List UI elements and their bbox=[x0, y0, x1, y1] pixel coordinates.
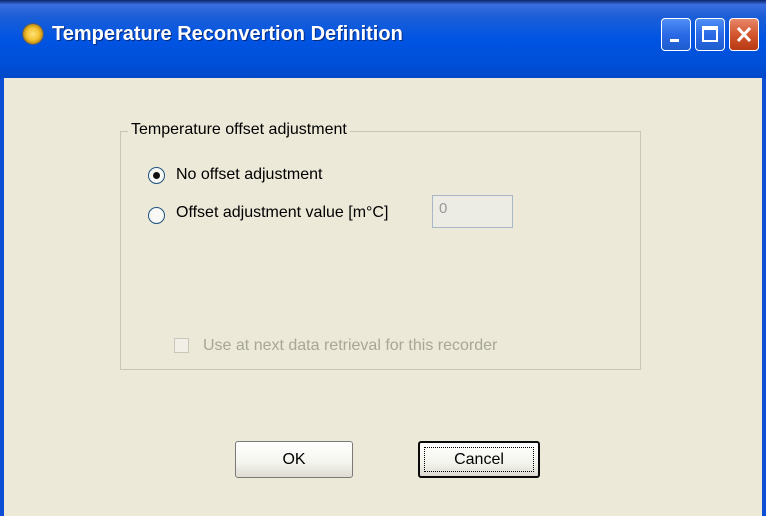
close-icon bbox=[736, 26, 752, 43]
offset-value-label[interactable]: Offset adjustment value [m°C] bbox=[176, 204, 388, 222]
sun-app-icon[interactable] bbox=[23, 24, 43, 44]
minimize-button[interactable] bbox=[661, 18, 691, 51]
offset-value-input[interactable]: 0 bbox=[432, 195, 513, 228]
cancel-button[interactable]: Cancel bbox=[418, 441, 540, 478]
window-frame-left bbox=[0, 78, 4, 516]
ok-button[interactable]: OK bbox=[235, 441, 353, 478]
groupbox-label: Temperature offset adjustment bbox=[128, 121, 350, 139]
no-offset-label[interactable]: No offset adjustment bbox=[176, 166, 322, 184]
close-button[interactable] bbox=[729, 18, 759, 51]
title-bar[interactable]: Temperature Reconvertion Definition bbox=[0, 0, 766, 78]
offset-value-radio[interactable] bbox=[148, 207, 165, 224]
no-offset-radio[interactable] bbox=[148, 167, 165, 184]
focus-rectangle bbox=[424, 447, 534, 472]
window-frame-right bbox=[762, 78, 766, 516]
use-next-retrieval-label: Use at next data retrieval for this reco… bbox=[203, 337, 498, 354]
radio-selected-dot bbox=[153, 172, 160, 179]
minimize-icon bbox=[670, 39, 679, 42]
dialog-window: Temperature Reconvertion Definition Temp… bbox=[0, 0, 766, 516]
maximize-icon bbox=[702, 26, 718, 42]
window-title: Temperature Reconvertion Definition bbox=[52, 23, 403, 45]
maximize-button[interactable] bbox=[695, 18, 725, 51]
ok-button-label: OK bbox=[282, 451, 306, 468]
use-next-retrieval-checkbox[interactable] bbox=[174, 338, 189, 353]
